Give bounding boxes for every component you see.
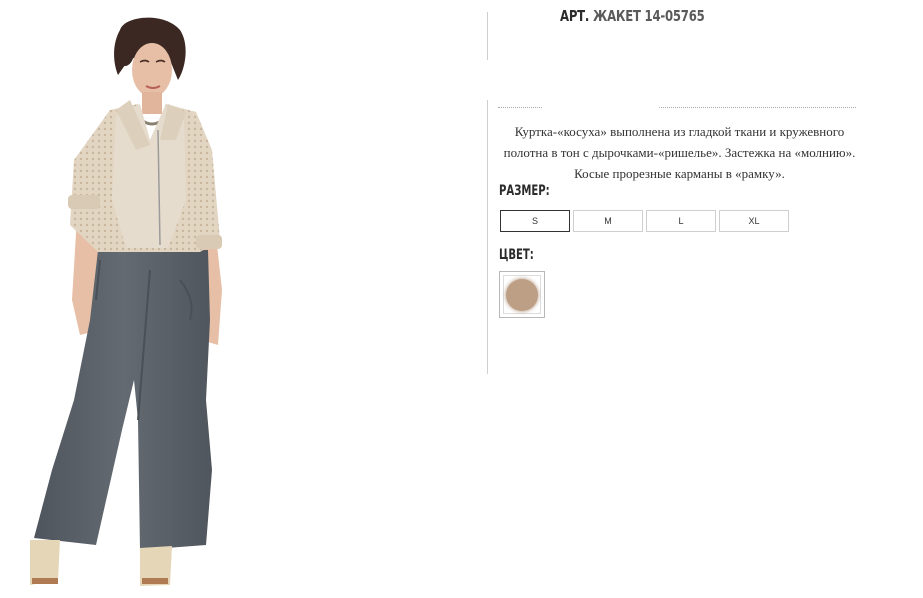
size-option-m[interactable]: M	[573, 210, 643, 232]
color-label: ЦВЕТ:	[499, 247, 534, 263]
product-photo[interactable]	[0, 0, 300, 598]
divider-line-bottom	[487, 100, 488, 374]
title-prefix: АРТ.	[560, 7, 590, 25]
size-option-s[interactable]: S	[500, 210, 570, 232]
size-option-l[interactable]: L	[646, 210, 716, 232]
model-illustration	[30, 17, 222, 586]
size-label: РАЗМЕР:	[499, 183, 550, 199]
swatch-color-dot	[506, 278, 538, 311]
divider-line-top	[487, 12, 488, 60]
dotted-separator-left	[498, 107, 542, 108]
color-swatch-beige[interactable]	[499, 271, 545, 318]
product-title: АРТ. ЖАКЕТ 14-05765	[560, 6, 763, 26]
swatch-frame	[503, 275, 541, 314]
title-name: ЖАКЕТ 14-05765	[592, 7, 705, 25]
size-selector: S M L XL	[500, 210, 792, 232]
product-description: Куртка-«косуха» выполнена из гладкой тка…	[503, 124, 856, 181]
dotted-separator-right	[659, 107, 856, 108]
size-option-xl[interactable]: XL	[719, 210, 789, 232]
